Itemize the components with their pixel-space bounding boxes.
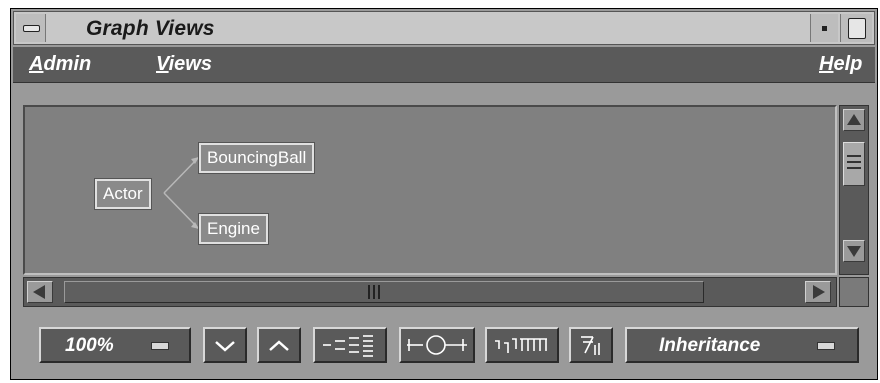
window-title: Graph Views: [86, 17, 215, 40]
vertical-layout-button[interactable]: [485, 327, 559, 363]
graph-node-actor[interactable]: Actor: [94, 178, 152, 210]
vertical-scroll-thumb[interactable]: [843, 142, 865, 186]
menu-help[interactable]: Help: [819, 53, 862, 76]
menu-views-mnemonic: V: [156, 53, 169, 75]
window-menu-icon: [23, 25, 40, 32]
node-overview-icon: [407, 335, 467, 355]
edge-arrowhead-engine: [191, 222, 199, 229]
graph-views-window: Graph Views Admin Views Help Actor Bounc…: [10, 8, 878, 380]
overview-button[interactable]: [399, 327, 475, 363]
option-menu-indicator-icon: [151, 342, 169, 350]
maximize-icon: [848, 18, 866, 39]
minimize-button[interactable]: [810, 14, 838, 42]
menu-help-label: elp: [833, 53, 863, 75]
chevron-down-icon: [215, 341, 235, 352]
bottom-toolbar: 100% Inheritance: [13, 311, 875, 377]
minimize-icon: [822, 26, 827, 31]
horizontal-scrollbar[interactable]: [23, 277, 837, 307]
scroll-left-button[interactable]: [27, 281, 53, 303]
scroll-up-button[interactable]: [843, 109, 865, 131]
maximize-button[interactable]: [840, 14, 872, 42]
menu-admin-mnemonic: A: [29, 53, 44, 75]
chevron-up-icon: [269, 340, 289, 351]
title-bar[interactable]: Graph Views: [13, 11, 875, 45]
scrollbar-corner: [839, 277, 869, 307]
zoom-value: 100%: [65, 335, 114, 356]
rotate-layout-icon: [581, 336, 600, 355]
zoom-option-menu[interactable]: 100%: [39, 327, 191, 363]
horizontal-scroll-thumb[interactable]: [64, 281, 704, 303]
view-type-value: Inheritance: [659, 335, 761, 356]
view-type-option-menu[interactable]: Inheritance: [625, 327, 859, 363]
menu-admin-label: dmin: [43, 53, 92, 75]
graph-node-engine[interactable]: Engine: [198, 213, 269, 245]
menu-help-mnemonic: H: [819, 53, 834, 75]
scroll-right-button[interactable]: [805, 281, 831, 303]
option-menu-indicator-icon: [817, 342, 835, 350]
vertical-scrollbar[interactable]: [839, 105, 869, 275]
edge-actor-engine: [163, 192, 200, 230]
expand-button[interactable]: [257, 327, 301, 363]
menu-views[interactable]: Views: [156, 53, 212, 76]
window-menu-button[interactable]: [16, 14, 46, 42]
graph-node-bouncingball[interactable]: BouncingBall: [197, 142, 316, 174]
arrow-up-icon: [847, 114, 861, 125]
horizontal-layout-button[interactable]: [313, 327, 387, 363]
menu-views-label: iews: [168, 53, 212, 75]
arrow-down-icon: [847, 246, 861, 257]
edge-actor-bouncingball: [163, 156, 200, 194]
arrow-left-icon: [33, 285, 45, 299]
edge-arrowhead-bouncingball: [191, 157, 199, 164]
arrow-right-icon: [813, 285, 825, 299]
graph-canvas[interactable]: Actor BouncingBall Engine: [23, 105, 837, 275]
menu-admin[interactable]: Admin: [29, 53, 91, 76]
rotate-layout-button[interactable]: [569, 327, 613, 363]
layout-vertical-icon: [495, 338, 547, 353]
scroll-down-button[interactable]: [843, 240, 865, 262]
collapse-button[interactable]: [203, 327, 247, 363]
menu-bar: Admin Views Help: [13, 47, 875, 83]
layout-horizontal-icon: [323, 335, 373, 357]
